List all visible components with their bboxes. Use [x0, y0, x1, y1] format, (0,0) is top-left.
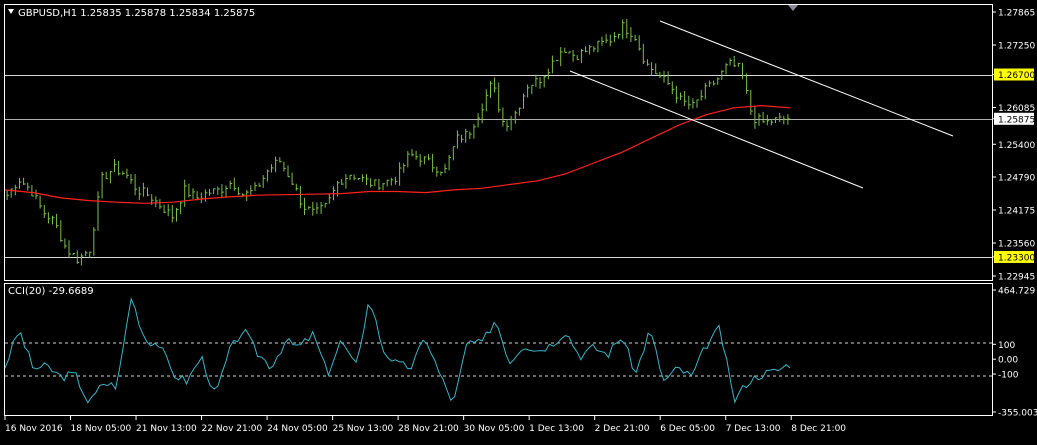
time-axis-label: 1 Dec 13:00: [529, 424, 584, 434]
cci-axis-label: 100: [998, 341, 1015, 351]
cci-label: CCI(20) -29.6689: [8, 286, 94, 297]
channel-upper-line[interactable]: [659, 20, 954, 137]
price-badge-label: 1.26700: [998, 71, 1035, 81]
cci-axis-label: 464.729: [998, 287, 1035, 297]
time-axis-label: 16 Nov 2016: [5, 424, 63, 434]
cci-axis-label: 0.00: [998, 356, 1018, 366]
time-axis-label: 30 Nov 05:00: [464, 424, 525, 434]
price-axis-label: 1.26085: [998, 104, 1035, 114]
chart-canvas[interactable]: GBPUSD,H1 1.25835 1.25878 1.25834 1.2587…: [0, 0, 1037, 441]
cci-axis-label: -355.0032: [998, 409, 1037, 419]
time-axis-label: 28 Nov 21:00: [398, 424, 459, 434]
price-badge-label: 1.23300: [998, 253, 1035, 263]
time-axis-label: 24 Nov 05:00: [267, 424, 328, 434]
cci-axis-label: -100: [998, 371, 1019, 381]
chart-shift-marker-icon[interactable]: [788, 5, 798, 11]
time-axis[interactable]: 16 Nov 2016 18 Nov 05:00 21 Nov 13:00 22 No…: [4, 416, 846, 434]
cci-panel-frame: [4, 283, 993, 416]
price-badge-label: 1.25875: [998, 115, 1035, 125]
price-axis-label: 1.22945: [998, 273, 1035, 283]
price-axis-label: 1.24790: [998, 174, 1035, 184]
time-axis-label: 21 Nov 13:00: [136, 424, 197, 434]
price-axis-label: 1.25400: [998, 141, 1035, 151]
price-axis-label: 1.23560: [998, 240, 1035, 250]
time-axis-label: 25 Nov 13:00: [333, 424, 394, 434]
price-badges: 1.26700 1.25875 1.23300: [994, 68, 1035, 263]
symbol-icon: [8, 9, 14, 14]
time-axis-label: 8 Dec 21:00: [791, 424, 846, 434]
price-axis-label: 1.27865: [998, 9, 1035, 19]
price-axis-label: 1.24175: [998, 207, 1035, 217]
main-chart-frame: [4, 4, 993, 281]
candle-series: [6, 19, 790, 266]
time-axis-label: 6 Dec 05:00: [660, 424, 715, 434]
time-axis-label: 18 Nov 05:00: [71, 424, 132, 434]
chart-window[interactable]: GBPUSD,H1 1.25835 1.25878 1.25834 1.2587…: [0, 0, 1037, 441]
time-axis-label: 7 Dec 13:00: [726, 424, 781, 434]
time-axis-label: 2 Dec 21:00: [595, 424, 650, 434]
time-axis-label: 22 Nov 21:00: [202, 424, 263, 434]
cci-axis[interactable]: 464.729 100 0.00 -100 -355.0032: [992, 287, 1037, 419]
cci-line[interactable]: [4, 297, 791, 404]
price-axis[interactable]: 1.27865 1.27250 1.26700 1.260851.25875 1.254…: [992, 9, 1035, 283]
channel-lower-line[interactable]: [569, 70, 864, 189]
price-axis-label: 1.27250: [998, 42, 1035, 52]
moving-average-line[interactable]: [4, 104, 791, 204]
chart-title: GBPUSD,H1 1.25835 1.25878 1.25834 1.2587…: [18, 8, 255, 19]
